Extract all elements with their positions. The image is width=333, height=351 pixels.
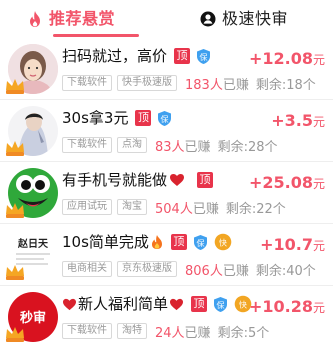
app-tag: 点淘 [117, 137, 147, 153]
guarantee-shield-icon: 保 [214, 296, 228, 312]
task-title: 有手机号就能做 [62, 171, 168, 189]
reward-price: +12.08元 [248, 49, 325, 68]
category-tag: 下载软件 [62, 323, 112, 339]
heart-icon [170, 298, 184, 310]
category-tag: 电商相关 [62, 261, 112, 277]
earned-count: 504人已赚 [155, 201, 219, 217]
vip-crown-icon [6, 79, 24, 94]
svg-text:保: 保 [196, 237, 204, 247]
tab-recommended-label: 推荐悬赏 [49, 9, 116, 28]
remaining-count: 剩余:22个 [225, 201, 286, 217]
svg-text:快: 快 [219, 237, 227, 247]
task-title: 扫码就过，高价 [62, 47, 168, 65]
tab-fast-review-label: 极速快审 [222, 9, 289, 28]
top-badge: 顶 [191, 296, 208, 312]
fast-review-badge-icon: 快 [214, 233, 232, 251]
reward-price: +3.5元 [271, 111, 325, 130]
remaining-count: 剩余:18个 [255, 77, 316, 93]
reward-price: +10.7元 [260, 235, 325, 254]
earned-count: 183人已赚 [185, 77, 249, 93]
app-tag: 快手极速版 [117, 75, 177, 91]
heart-icon [63, 298, 76, 310]
task-title: 新人福利简单 [78, 295, 169, 313]
top-badge: 顶 [197, 172, 214, 188]
task-row[interactable]: 赵日天 10s简单完成 顶 保 快 电商相关 京东极速版 806人已赚 剩余:4… [0, 224, 333, 286]
guarantee-shield-icon: 保 [158, 110, 172, 126]
task-title: 10s简单完成 [62, 233, 149, 251]
svg-text:快: 快 [239, 299, 247, 309]
tab-recommended[interactable]: 推荐悬赏 [27, 0, 115, 38]
category-tag: 下载软件 [62, 137, 112, 153]
top-badge: 顶 [170, 234, 187, 250]
heart-icon [170, 174, 185, 186]
person-icon [200, 11, 216, 27]
vip-crown-icon [6, 265, 24, 280]
flame-icon [30, 11, 40, 27]
remaining-count: 剩余:40个 [255, 263, 316, 279]
remaining-count: 剩余:5个 [217, 325, 270, 341]
svg-text:保: 保 [217, 299, 225, 309]
guarantee-shield-icon: 保 [193, 234, 207, 250]
remaining-count: 剩余:28个 [217, 139, 278, 155]
task-row[interactable]: 30s拿3元 顶 保 下载软件 点淘 83人已赚 剩余:28个 +3.5元 [0, 100, 333, 162]
active-tab-indicator [53, 34, 139, 37]
vip-crown-icon [6, 141, 24, 156]
earned-count: 24人已赚 [155, 325, 211, 341]
app-tag: 淘特 [117, 323, 147, 339]
task-title: 30s拿3元 [62, 109, 129, 127]
task-row[interactable]: 有手机号就能做 顶 应用试玩 淘宝 504人已赚 剩余:22个 +25.08元 [0, 162, 333, 224]
vip-crown-icon [6, 203, 24, 218]
task-row[interactable]: 扫码就过，高价 顶 保 下载软件 快手极速版 183人已赚 剩余:18个 +12… [0, 38, 333, 100]
app-tag: 淘宝 [117, 199, 147, 215]
app-tag: 京东极速版 [117, 261, 177, 277]
reward-price: +25.08元 [248, 173, 325, 192]
guarantee-shield-icon: 保 [197, 48, 211, 64]
reward-price: +10.28元 [248, 297, 325, 316]
tab-bar: 推荐悬赏 极速快审 [0, 0, 333, 38]
svg-text:保: 保 [161, 113, 169, 123]
task-row[interactable]: 秒审 新人福利简单 顶 保 快 下载软件 淘特 24人已赚 剩余:5个 +10.… [0, 286, 333, 348]
tab-fast-review[interactable]: 极速快审 [200, 0, 288, 38]
earned-count: 83人已赚 [155, 139, 211, 155]
svg-text:赵日天: 赵日天 [17, 237, 49, 250]
category-tag: 应用试玩 [62, 199, 112, 215]
top-badge: 顶 [174, 48, 191, 64]
earned-count: 806人已赚 [185, 263, 249, 279]
vip-crown-icon [6, 327, 24, 342]
category-tag: 下载软件 [62, 75, 112, 91]
svg-text:保: 保 [200, 51, 208, 61]
top-badge: 顶 [135, 110, 152, 126]
fire-emoji-icon [151, 235, 162, 249]
